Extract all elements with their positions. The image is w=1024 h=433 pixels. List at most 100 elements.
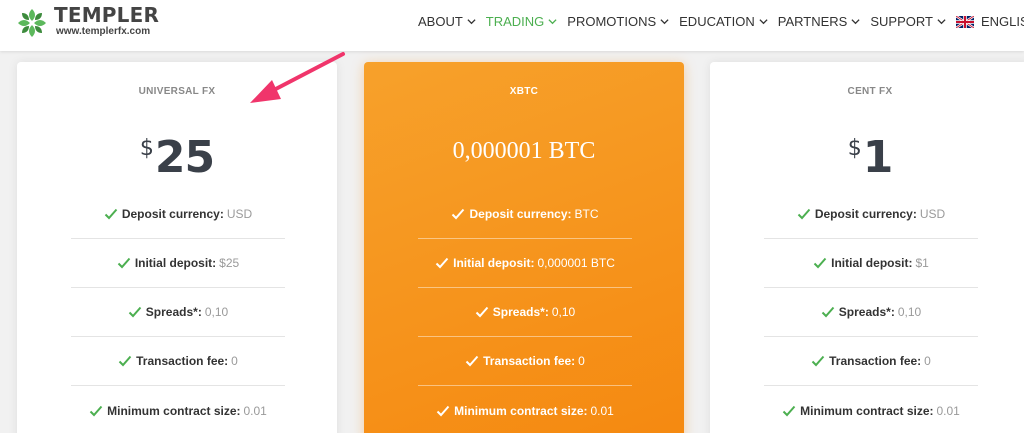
feature-value: 0,10 [551,305,576,319]
feature-label: Spreads*: [492,305,549,319]
feature-value: $25 [219,256,240,270]
feature-minimum-contract-size: Minimum contract size: 0.01 [764,386,978,433]
language-selector[interactable]: ENGLISH [955,14,1024,29]
plan-name: UNIVERSAL FX [138,86,216,97]
nav-item-support[interactable]: SUPPORT [870,14,946,29]
nav-item-label: SUPPORT [870,14,933,29]
check-icon [821,306,835,318]
price-amount: 0,000001 BTC [452,138,596,164]
feature-label: Minimum contract size: [107,403,241,418]
feature-spreads: Spreads*: 0,10 [71,288,285,337]
nav-item-label: PROMOTIONS [567,14,657,29]
price-amount: 1 [862,132,894,183]
feature-deposit-currency: Deposit currency: BTC [418,190,632,239]
feature-transaction-fee: Transaction fee: 0 [764,337,978,386]
feature-label: Transaction fee: [483,354,576,368]
check-icon [813,257,827,269]
logo-name: TEMPLER [54,3,160,27]
templer-logo[interactable]: TEMPLER www.templerfx.com [16,4,159,44]
feature-minimum-contract-size: Minimum contract size: 0.01 [418,386,632,433]
feature-label: Initial deposit: [134,256,217,270]
feature-initial-deposit: Initial deposit: $1 [764,239,978,288]
feature-label: Initial deposit: [453,256,535,270]
price-amount: 25 [154,132,215,183]
feature-value: 0,10 [897,305,922,319]
logo-text: TEMPLER www.templerfx.com [54,4,159,38]
feature-label: Spreads*: [838,305,895,319]
feature-label: Minimum contract size: [454,403,588,418]
feature-value: 0,10 [204,305,229,319]
plan-price: 0,000001 BTC [364,138,684,165]
nav-item-label: TRADING [485,14,545,29]
check-icon [435,257,449,269]
plan-price: $1 [710,132,1024,183]
nav-item-label: ABOUT [418,14,463,29]
check-icon [811,355,825,367]
chevron-down-icon [660,18,669,24]
feature-list: Deposit currency: USD Initial deposit: $… [764,190,978,433]
feature-minimum-contract-size: Minimum contract size: 0.01 [71,386,285,433]
feature-value: 0 [231,354,238,368]
feature-value: $1 [915,256,929,270]
feature-value: 0 [578,354,585,368]
plan-price: $25 [17,132,337,183]
feature-value: USD [226,207,253,221]
chevron-down-icon [467,18,476,24]
plan-card-cent-fx[interactable]: CENT FX $1 Deposit currency: USD Initial… [710,62,1024,433]
feature-label: Deposit currency: [121,207,224,221]
feature-label: Spreads*: [145,305,202,319]
nav-item-about[interactable]: ABOUT [418,14,476,29]
nav-item-trading[interactable]: TRADING [486,14,558,29]
check-icon [465,355,479,367]
plan-card-xbtc[interactable]: XBTC 0,000001 BTC Deposit currency: BTC … [364,62,684,433]
plan-name: XBTC [509,86,539,97]
feature-initial-deposit: Initial deposit: 0,000001 BTC [418,239,632,288]
plan-card-universal-fx[interactable]: UNIVERSAL FX $25 Deposit currency: USD I… [17,62,337,433]
feature-label: Minimum contract size: [800,403,934,418]
feature-label: Transaction fee: [829,354,922,368]
feature-spreads: Spreads*: 0,10 [764,288,978,337]
templer-logo-icon [18,9,46,37]
feature-list: Deposit currency: BTC Initial deposit: 0… [418,190,632,433]
feature-deposit-currency: Deposit currency: USD [764,190,978,239]
nav-item-label: PARTNERS [777,14,848,29]
check-icon [797,208,811,220]
feature-transaction-fee: Transaction fee: 0 [71,337,285,386]
language-label: ENGLISH [980,14,1024,29]
feature-value: 0.01 [590,403,614,418]
check-icon [104,208,118,220]
site-header: TEMPLER www.templerfx.com ABOUT TRADING … [0,0,1024,51]
check-icon [89,405,103,416]
nav-item-promotions[interactable]: PROMOTIONS [567,14,669,29]
plan-name: CENT FX [847,86,893,97]
feature-list: Deposit currency: USD Initial deposit: $… [71,190,285,433]
chevron-down-icon [759,18,768,24]
check-icon [452,208,465,220]
feature-value: 0,000001 BTC [537,256,615,270]
feature-value: USD [919,207,946,221]
feature-value: 0.01 [243,403,267,418]
check-icon [128,306,142,318]
check-icon [118,355,132,367]
currency-symbol: $ [847,136,862,161]
feature-value: 0.01 [936,403,960,418]
feature-label: Deposit currency: [814,207,917,221]
feature-spreads: Spreads*: 0,10 [418,288,632,337]
nav-item-education[interactable]: EDUCATION [679,14,768,29]
feature-transaction-fee: Transaction fee: 0 [418,337,632,386]
nav-item-partners[interactable]: PARTNERS [778,14,861,29]
chevron-down-icon [851,18,860,24]
feature-deposit-currency: Deposit currency: USD [71,190,285,239]
uk-flag-icon [955,15,974,28]
feature-value: BTC [574,207,599,221]
feature-value: 0 [924,354,931,368]
nav-item-label: EDUCATION [679,14,755,29]
check-icon [436,405,450,416]
chevron-down-icon [548,18,557,24]
logo-url: www.templerfx.com [56,26,151,37]
main-nav: ABOUT TRADING PROMOTIONS EDUCATION PARTN… [418,14,1024,29]
chevron-down-icon [937,18,946,24]
check-icon [117,257,131,269]
check-icon [782,405,796,416]
currency-symbol: $ [139,136,154,161]
